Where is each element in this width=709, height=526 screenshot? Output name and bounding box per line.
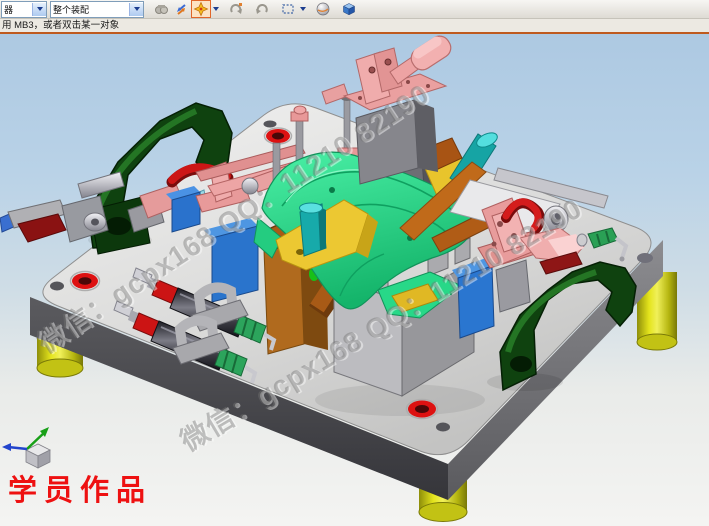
- selection-filter-value: 整个装配: [51, 3, 129, 16]
- selection-scope-combo[interactable]: 器: [1, 1, 47, 18]
- status-message: 用 MB3，或者双击某一对象: [2, 20, 119, 31]
- rectangle-select-icon[interactable]: [278, 0, 298, 18]
- selection-star-dropdown[interactable]: [211, 1, 220, 17]
- cad-application-window: 器 整个装配: [0, 0, 709, 526]
- model-canvas[interactable]: 微信：gcpx168 QQ：11210 82190 微信：gcpx168 QQ：…: [0, 34, 709, 526]
- combo-dropdown-icon[interactable]: [32, 3, 46, 16]
- selection-star-icon[interactable]: [191, 0, 211, 18]
- undo-arrow-icon[interactable]: [226, 0, 246, 18]
- shaded-sphere-icon[interactable]: [313, 0, 333, 18]
- status-prompt-bar: 用 MB3，或者双击某一对象: [0, 19, 709, 34]
- rectangle-select-dropdown[interactable]: [298, 1, 307, 17]
- view-triad-icon: [2, 427, 50, 468]
- caption-text: 学员作品: [8, 473, 152, 507]
- snap-preview-icon[interactable]: [151, 0, 171, 18]
- orient-arrows-icon[interactable]: [171, 0, 191, 18]
- combo-dropdown-icon[interactable]: [129, 3, 143, 16]
- selection-scope-value: 器: [2, 3, 32, 16]
- toolbar-icons: [151, 0, 359, 18]
- graphics-viewport[interactable]: 微信：gcpx168 QQ：11210 82190 微信：gcpx168 QQ：…: [0, 34, 709, 526]
- redo-arrow-icon[interactable]: [252, 0, 272, 18]
- selection-filter-combo[interactable]: 整个装配: [50, 1, 144, 18]
- solid-box-icon[interactable]: [339, 0, 359, 18]
- selection-toolbar: 器 整个装配: [0, 0, 709, 19]
